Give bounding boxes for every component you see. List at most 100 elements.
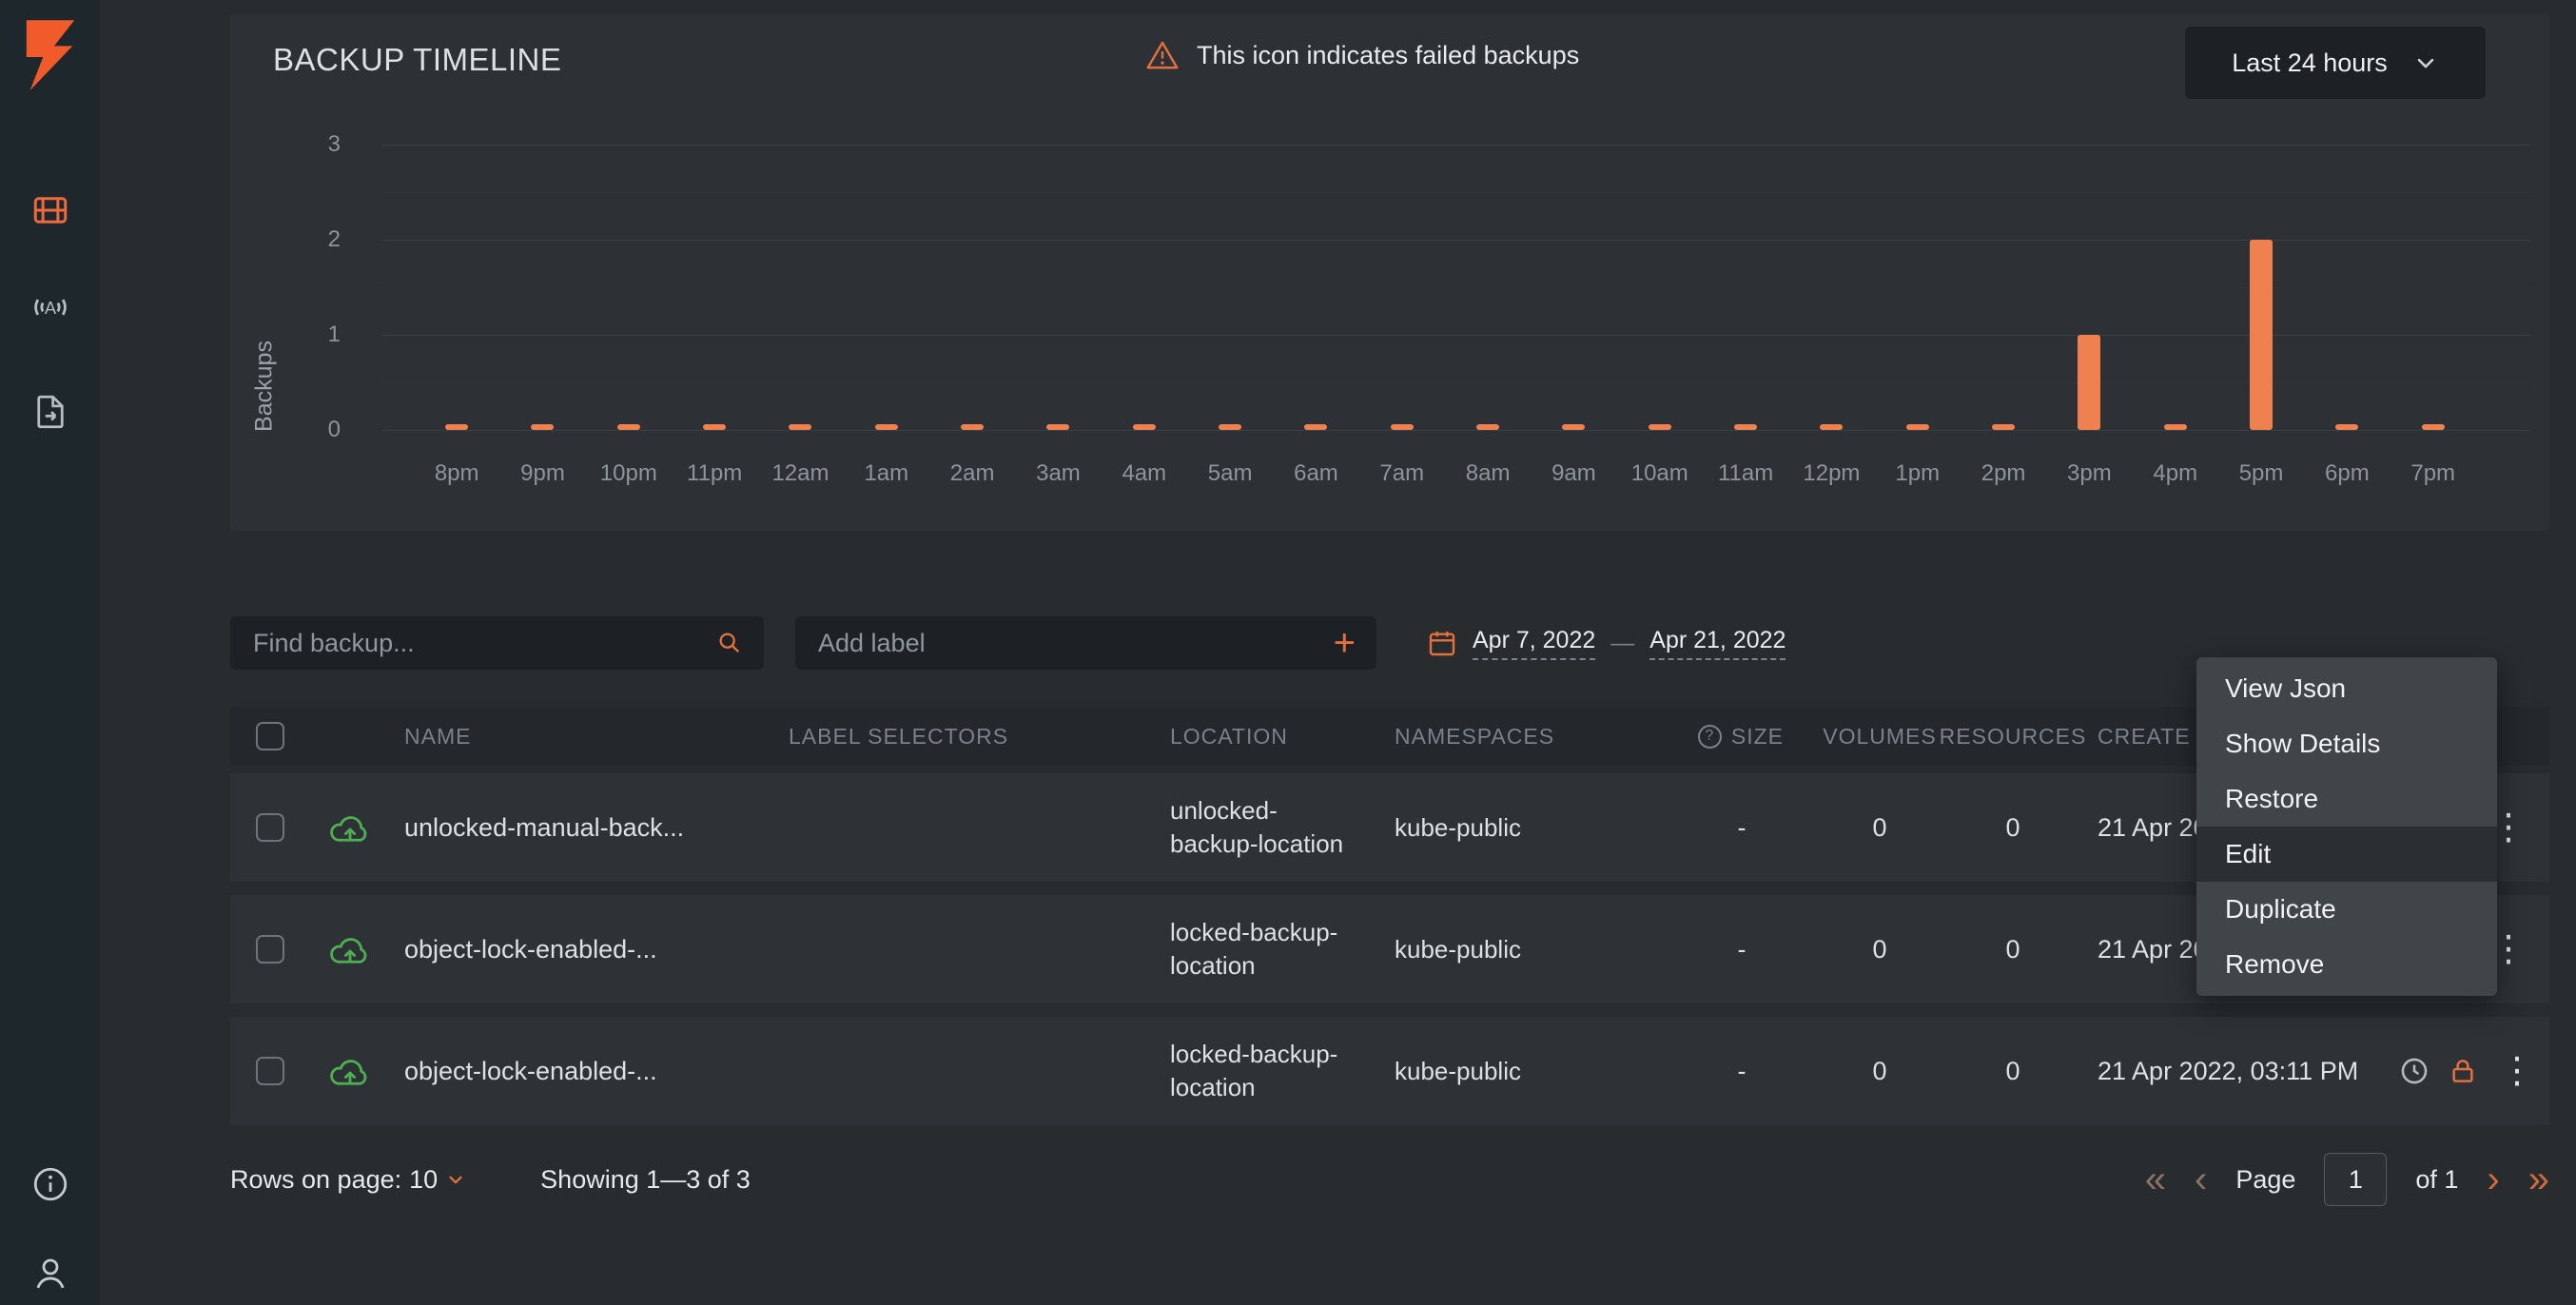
film-backup-icon	[30, 190, 70, 230]
bar-slot	[1961, 145, 2046, 430]
backup-size: -	[1738, 1057, 1747, 1086]
sidebar-item-info[interactable]	[29, 1162, 72, 1206]
backup-namespaces: kube-public	[1395, 1057, 1521, 1086]
rows-per-page-value: 10	[409, 1165, 438, 1195]
bar	[1734, 424, 1757, 430]
sidebar-item-backups[interactable]	[29, 188, 72, 232]
bar	[1046, 424, 1069, 430]
bar-slot	[1359, 145, 1445, 430]
calendar-icon[interactable]	[1427, 628, 1457, 658]
sidebar-item-broadcast[interactable]: A	[29, 285, 72, 329]
bar	[1476, 424, 1499, 430]
bar	[531, 424, 554, 430]
clock-icon	[2398, 1055, 2430, 1087]
select-all-checkbox[interactable]	[256, 722, 284, 750]
add-label-plus-icon[interactable]: +	[1334, 624, 1356, 662]
x-tick-label: 5am	[1187, 460, 1273, 487]
chart-xlabels: 8pm9pm10pm11pm12am1am2am3am4am5am6am7am8…	[414, 460, 2476, 487]
user-icon	[30, 1254, 70, 1294]
date-to[interactable]: Apr 21, 2022	[1649, 627, 1786, 660]
backup-namespaces: kube-public	[1395, 813, 1521, 843]
x-tick-label: 12am	[757, 460, 843, 487]
x-tick-label: 2pm	[1961, 460, 2046, 487]
app-logo-icon[interactable]	[21, 15, 80, 95]
row-checkbox[interactable]	[256, 935, 284, 964]
last-page-button[interactable]: »	[2528, 1160, 2549, 1198]
bar	[1906, 424, 1929, 430]
menu-item-remove[interactable]: Remove	[2196, 937, 2497, 992]
backup-created: 21 Apr 20	[2098, 813, 2208, 843]
table-row[interactable]: object-lock-enabled-... locked-backup-lo…	[230, 1017, 2549, 1125]
context-menu: View JsonShow DetailsRestoreEditDuplicat…	[2196, 657, 2497, 996]
lock-icon	[2448, 1055, 2478, 1087]
x-tick-label: 8pm	[414, 460, 499, 487]
row-menu-button[interactable]: ⋮	[2495, 1053, 2539, 1089]
backup-location: locked-backup-location	[1170, 1038, 1360, 1104]
prev-page-button[interactable]: ‹	[2195, 1160, 2207, 1198]
sidebar-item-profile[interactable]	[29, 1252, 72, 1295]
add-label-input[interactable]	[816, 628, 1334, 659]
row-checkbox[interactable]	[256, 813, 284, 842]
x-tick-label: 9am	[1531, 460, 1616, 487]
bar-slot	[1445, 145, 1531, 430]
time-range-selector[interactable]: Last 24 hours	[2185, 27, 2486, 99]
menu-item-show-details[interactable]: Show Details	[2196, 716, 2497, 771]
cloud-upload-icon	[328, 811, 372, 844]
bar-slot	[672, 145, 757, 430]
bar-slot	[1273, 145, 1358, 430]
showing-summary: Showing 1—3 of 3	[540, 1165, 751, 1195]
y-tick-label: 2	[268, 226, 341, 253]
info-icon	[30, 1164, 70, 1204]
bar	[445, 424, 468, 430]
search-backup-box	[230, 616, 764, 670]
x-tick-label: 4am	[1102, 460, 1187, 487]
x-tick-label: 7pm	[2391, 460, 2476, 487]
menu-item-duplicate[interactable]: Duplicate	[2196, 882, 2497, 937]
bar-slot	[1703, 145, 1788, 430]
rows-per-page-label: Rows on page:	[230, 1165, 401, 1195]
backup-resources: 0	[2005, 1057, 2020, 1086]
bar-slot	[929, 145, 1015, 430]
bar	[961, 424, 984, 430]
bar	[789, 424, 811, 430]
backup-created: 21 Apr 20	[2098, 935, 2208, 964]
sidebar: A	[0, 0, 100, 1305]
backup-location: locked-backup-location	[1170, 916, 1360, 983]
next-page-button[interactable]: ›	[2487, 1160, 2499, 1198]
sidebar-item-restore[interactable]	[29, 390, 72, 434]
document-export-icon	[30, 392, 70, 432]
bar	[1649, 424, 1671, 430]
bar	[1219, 424, 1241, 430]
col-name: NAME	[404, 724, 789, 750]
bar-slot	[1875, 145, 1961, 430]
date-separator: —	[1610, 630, 1634, 657]
bar-slot	[2391, 145, 2476, 430]
pagination: « ‹ Page of 1 › »	[2145, 1153, 2549, 1206]
menu-item-edit[interactable]: Edit	[2196, 827, 2497, 882]
rows-per-page-selector[interactable]: Rows on page: 10	[230, 1165, 466, 1195]
page-number-input[interactable]	[2324, 1153, 2387, 1206]
backup-size: -	[1738, 935, 1747, 964]
row-checkbox[interactable]	[256, 1057, 284, 1085]
chevron-down-icon	[445, 1169, 466, 1190]
menu-item-view-json[interactable]: View Json	[2196, 661, 2497, 716]
date-from[interactable]: Apr 7, 2022	[1473, 627, 1595, 660]
size-help-icon[interactable]: ?	[1698, 725, 1722, 749]
bar-slot	[2133, 145, 2218, 430]
search-input[interactable]	[251, 628, 716, 659]
bar-slot	[2304, 145, 2390, 430]
search-icon[interactable]	[716, 630, 743, 656]
bar-slot	[1187, 145, 1273, 430]
x-tick-label: 1pm	[1875, 460, 1961, 487]
menu-item-restore[interactable]: Restore	[2196, 771, 2497, 827]
bar-slot	[414, 145, 499, 430]
x-tick-label: 10am	[1617, 460, 1703, 487]
backup-timeline-panel: BACKUP TIMELINE This icon indicates fail…	[230, 13, 2549, 531]
bar	[2335, 424, 2358, 430]
col-volumes: VOLUMES	[1818, 724, 1942, 750]
chart-plot	[381, 145, 2530, 430]
x-tick-label: 6pm	[2304, 460, 2390, 487]
first-page-button[interactable]: «	[2145, 1160, 2166, 1198]
bar-slot	[1015, 145, 1101, 430]
bar	[1820, 424, 1843, 430]
